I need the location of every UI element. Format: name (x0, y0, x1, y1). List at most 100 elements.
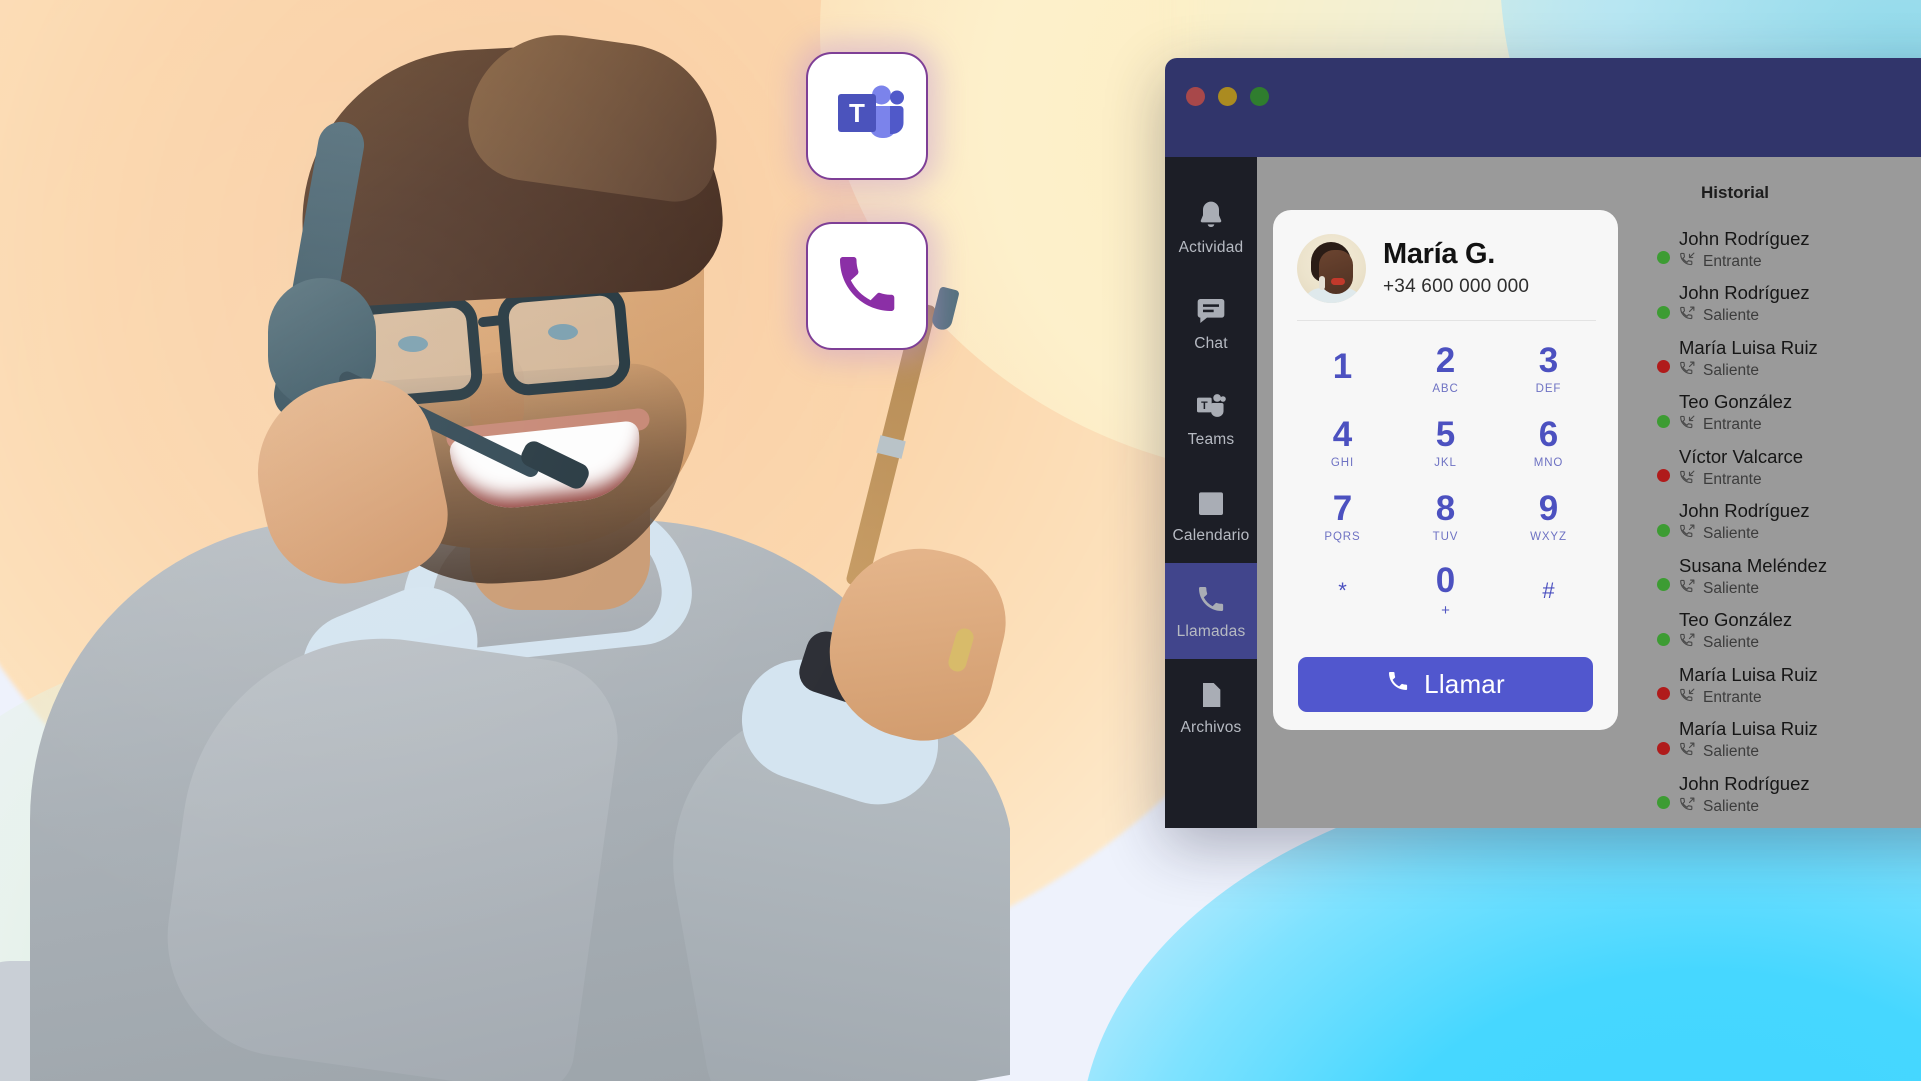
sidebar-item-label: Llamadas (1176, 622, 1246, 640)
dialpad-key-4[interactable]: 4 GHI (1291, 407, 1394, 479)
history-row[interactable]: María Luisa Ruiz Saliente (1652, 332, 1921, 387)
history-row[interactable]: Teo González Saliente (1652, 605, 1921, 660)
history-row-text: María Luisa Ruiz Saliente (1679, 718, 1818, 763)
outgoing-call-icon (1679, 523, 1696, 545)
phone-icon (1194, 582, 1228, 616)
dialpad-key-star[interactable]: * (1291, 555, 1394, 627)
dialer-contact-text: María G. +34 600 000 000 (1383, 239, 1529, 297)
history-row-subline: Entrante (1679, 251, 1810, 273)
dialpad: 1 2 ABC 3 DEF 4 GHI 5 JKL 6 MNO 7 PQRS 8 TUV 9 W… (1273, 321, 1618, 627)
dialpad-key-digit: 9 (1538, 489, 1559, 528)
dialpad-key-2[interactable]: 2 ABC (1394, 333, 1497, 405)
history-row-subline: Saliente (1679, 523, 1810, 545)
window-minimize-button[interactable] (1218, 87, 1237, 106)
outgoing-call-icon (1679, 360, 1696, 382)
dialpad-key-letters: WXYZ (1530, 531, 1567, 543)
call-direction-label: Saliente (1703, 634, 1760, 652)
window-close-button[interactable] (1186, 87, 1205, 106)
dialpad-key-0[interactable]: 0 + (1394, 555, 1497, 627)
sidebar-item-calendario[interactable]: Calendario (1165, 467, 1257, 563)
history-row-text: John Rodríguez Saliente (1679, 500, 1810, 545)
window-maximize-button[interactable] (1250, 87, 1269, 106)
dialpad-key-digit: 7 (1332, 489, 1353, 528)
call-status-dot (1657, 251, 1670, 265)
incoming-call-icon (1679, 687, 1696, 709)
dialpad-key-letters: JKL (1434, 457, 1457, 469)
call-status-dot (1657, 687, 1670, 701)
sidebar-item-chat[interactable]: Chat (1165, 275, 1257, 371)
dialpad-key-hash[interactable]: # (1497, 555, 1600, 627)
sidebar-item-label: Actividad (1178, 238, 1244, 256)
sidebar-item-archivos[interactable]: Archivos (1165, 659, 1257, 755)
history-row[interactable]: María Luisa Ruiz Entrante (1652, 659, 1921, 714)
history-row[interactable]: María Luisa Ruiz Saliente (1652, 714, 1921, 769)
call-direction-label: Saliente (1703, 579, 1760, 597)
window-titlebar[interactable] (1165, 58, 1921, 157)
history-row-subline: Saliente (1679, 578, 1827, 600)
history-row-subline: Saliente (1679, 741, 1818, 763)
contact-name: María G. (1383, 238, 1496, 271)
history-contact-name: Teo González (1679, 609, 1793, 631)
history-row[interactable]: Susana Meléndez Saliente (1652, 550, 1921, 605)
sidebar-item-llamadas[interactable]: Llamadas (1165, 563, 1257, 659)
dialpad-key-digit: 2 (1435, 341, 1456, 380)
call-button[interactable]: Llamar (1298, 657, 1593, 712)
history-row[interactable]: Teo González Entrante (1652, 387, 1921, 442)
history-row-text: María Luisa Ruiz Entrante (1679, 664, 1818, 709)
history-row[interactable]: John Rodríguez Saliente (1652, 768, 1921, 823)
history-contact-name: Víctor Valcarce (1679, 445, 1804, 467)
dialpad-key-6[interactable]: 6 MNO (1497, 407, 1600, 479)
history-contact-name: Susana Meléndez (1679, 554, 1828, 576)
calendar-icon (1194, 486, 1228, 520)
call-direction-label: Saliente (1703, 797, 1760, 815)
history-row-text: Víctor Valcarce Entrante (1679, 446, 1803, 491)
incoming-call-icon (1679, 414, 1696, 436)
bell-icon (1194, 198, 1228, 232)
teams-logo-icon: T (830, 82, 904, 151)
history-row[interactable]: John Rodríguez Saliente (1652, 278, 1921, 333)
history-row[interactable]: John Rodríguez Saliente (1652, 496, 1921, 551)
history-row-text: John Rodríguez Saliente (1679, 282, 1810, 327)
teams-app-card[interactable]: T (806, 52, 928, 180)
dialpad-key-letters: PQRS (1324, 531, 1361, 543)
dialpad-key-digit: 1 (1332, 347, 1353, 386)
dialpad-key-letters: GHI (1330, 457, 1355, 469)
dialpad-key-1[interactable]: 1 (1291, 333, 1394, 405)
dialpad-key-7[interactable]: 7 PQRS (1291, 481, 1394, 553)
history-contact-name: María Luisa Ruiz (1679, 336, 1818, 358)
call-direction-label: Entrante (1703, 252, 1762, 270)
call-history-panel: Historial John Rodríguez Entrante John Rod… (1652, 157, 1921, 823)
call-status-dot (1657, 741, 1670, 755)
phone-icon (1386, 669, 1410, 700)
dialpad-key-letters: MNO (1533, 457, 1564, 469)
call-status-dot (1657, 632, 1670, 646)
history-contact-name: María Luisa Ruiz (1679, 663, 1818, 685)
dialpad-key-plus: + (1441, 602, 1450, 619)
sidebar-item-label: Calendario (1172, 526, 1250, 544)
phone-app-card[interactable] (806, 222, 928, 350)
files-icon (1194, 678, 1228, 712)
avatar (1297, 234, 1366, 303)
sidebar-item-actividad[interactable]: Actividad (1165, 179, 1257, 275)
chat-icon (1194, 294, 1228, 328)
history-row-text: Teo González Saliente (1679, 609, 1792, 654)
call-direction-label: Entrante (1703, 470, 1762, 488)
dialpad-key-5[interactable]: 5 JKL (1394, 407, 1497, 479)
history-row[interactable]: Víctor Valcarce Entrante (1652, 441, 1921, 496)
outgoing-call-icon (1679, 632, 1696, 654)
history-row-text: Susana Meléndez Saliente (1679, 555, 1827, 600)
app-sidebar: Actividad Chat T Teams Calendario Llamad… (1165, 157, 1257, 828)
history-row[interactable]: John Rodríguez Entrante (1652, 223, 1921, 278)
dialpad-key-9[interactable]: 9 WXYZ (1497, 481, 1600, 553)
sidebar-item-teams[interactable]: T Teams (1165, 371, 1257, 467)
call-direction-label: Saliente (1703, 307, 1760, 325)
dialpad-key-letters: ABC (1432, 383, 1459, 395)
history-row-text: María Luisa Ruiz Saliente (1679, 337, 1818, 382)
dialpad-key-8[interactable]: 8 TUV (1394, 481, 1497, 553)
history-row-text: Teo González Entrante (1679, 391, 1792, 436)
dialpad-key-3[interactable]: 3 DEF (1497, 333, 1600, 405)
call-direction-label: Entrante (1703, 688, 1762, 706)
call-status-dot (1657, 414, 1670, 428)
phone-handset-icon (831, 248, 903, 325)
sidebar-item-label: Teams (1187, 430, 1235, 448)
